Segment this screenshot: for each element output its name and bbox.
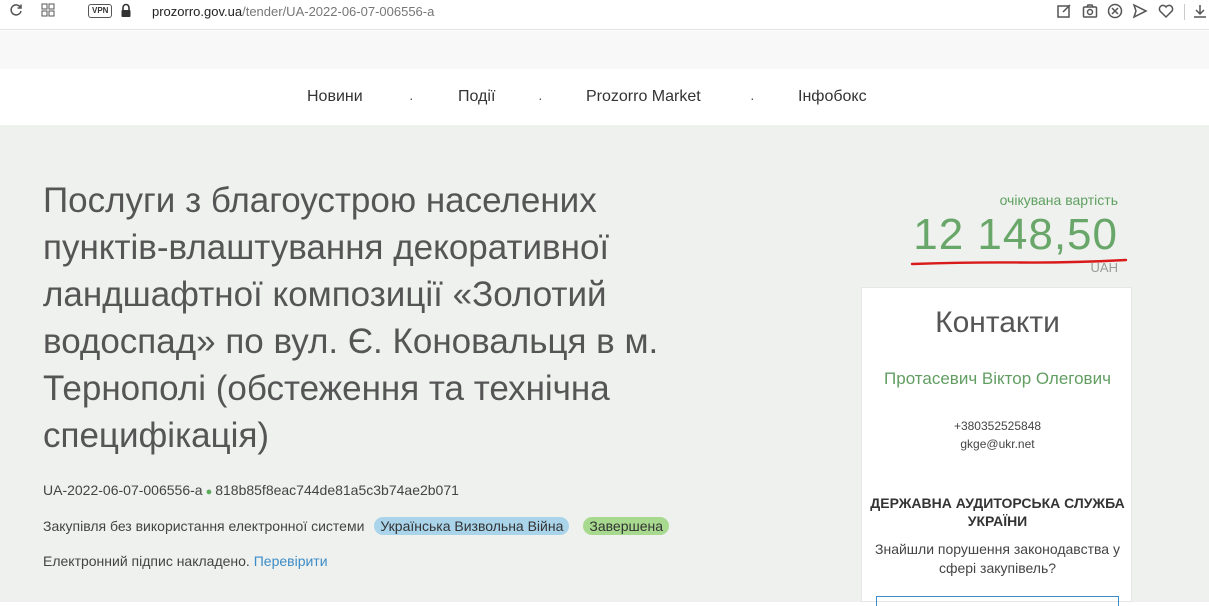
send-icon[interactable] (1132, 3, 1150, 21)
expected-value-label: очікувана вартість (999, 192, 1118, 208)
expected-value-amount: 12 148,50 (913, 210, 1118, 259)
audit-service-card: ДЕРЖАВНА АУДИТОРСЬКА СЛУЖБА УКРАЇНИ Знай… (861, 470, 1132, 606)
signature-text: Електронний підпис накладено. (43, 553, 250, 569)
procedure-type: Закупівля без використання електронної с… (43, 518, 365, 534)
war-badge: Українська Визвольна Війна (374, 517, 570, 535)
verify-signature-link[interactable]: Перевірити (254, 553, 328, 569)
edit-page-icon[interactable] (1056, 3, 1074, 21)
nav-separator: · (538, 90, 543, 106)
status-badge: Завершена (583, 517, 670, 535)
header-spacer (0, 31, 1209, 69)
report-violation-button[interactable] (876, 596, 1119, 606)
main-nav: Новини · Події · Prozorro Market · Інфоб… (0, 69, 1209, 125)
red-underline-annotation (910, 258, 1128, 266)
contact-person-name[interactable]: Протасевич Віктор Олегович (862, 366, 1133, 391)
tender-ids: UA-2022-06-07-006556-a ● 818b85f8eac744de8… (43, 482, 459, 498)
vpn-badge[interactable]: VPN (88, 4, 113, 18)
reload-icon[interactable] (6, 3, 26, 23)
nav-separator: · (409, 90, 414, 106)
tender-hash: 818b85f8eac744de81a5c3b74ae2b071 (215, 482, 459, 498)
nav-events[interactable]: Події (458, 88, 495, 106)
tender-title: Послуги з благоустрою населених пунктів-… (43, 181, 659, 455)
camera-icon[interactable] (1082, 3, 1100, 21)
signature-row: Електронний підпис накладено. Перевірити (43, 553, 328, 569)
heart-icon[interactable] (1158, 3, 1176, 21)
contact-phone[interactable]: +380352525848 (862, 419, 1133, 433)
url-host: prozorro.gov.ua (152, 4, 243, 19)
block-icon[interactable] (1107, 3, 1125, 21)
audit-service-text: Знайшли порушення законодавства у сфері … (875, 541, 1120, 576)
nav-infobox[interactable]: Інфобокс (798, 88, 867, 106)
browser-toolbar: VPN prozorro.gov.ua/tender/UA-2022-06-07… (0, 0, 1209, 30)
procedure-row: Закупівля без використання електронної с… (43, 517, 670, 535)
nav-news[interactable]: Новини (307, 88, 363, 106)
contacts-card: Контакти Протасевич Віктор Олегович +380… (861, 287, 1132, 482)
nav-separator: · (750, 90, 755, 106)
audit-service-title: ДЕРЖАВНА АУДИТОРСЬКА СЛУЖБА УКРАЇНИ (870, 495, 1125, 529)
tender-id: UA-2022-06-07-006556-a (43, 482, 203, 498)
url-path: /tender/UA-2022-06-07-006556-a (242, 4, 435, 19)
contact-email[interactable]: gkge@ukr.net (862, 437, 1133, 451)
toolbar-divider (1184, 4, 1185, 20)
contacts-title: Контакти (935, 306, 1060, 339)
tabs-grid-icon[interactable] (38, 3, 58, 23)
nav-prozorro-market[interactable]: Prozorro Market (586, 88, 701, 106)
lock-icon[interactable] (120, 3, 132, 19)
address-bar[interactable]: prozorro.gov.ua/tender/UA-2022-06-07-006… (152, 4, 434, 19)
download-icon[interactable] (1192, 3, 1209, 21)
dot-separator-icon: ● (205, 486, 213, 498)
